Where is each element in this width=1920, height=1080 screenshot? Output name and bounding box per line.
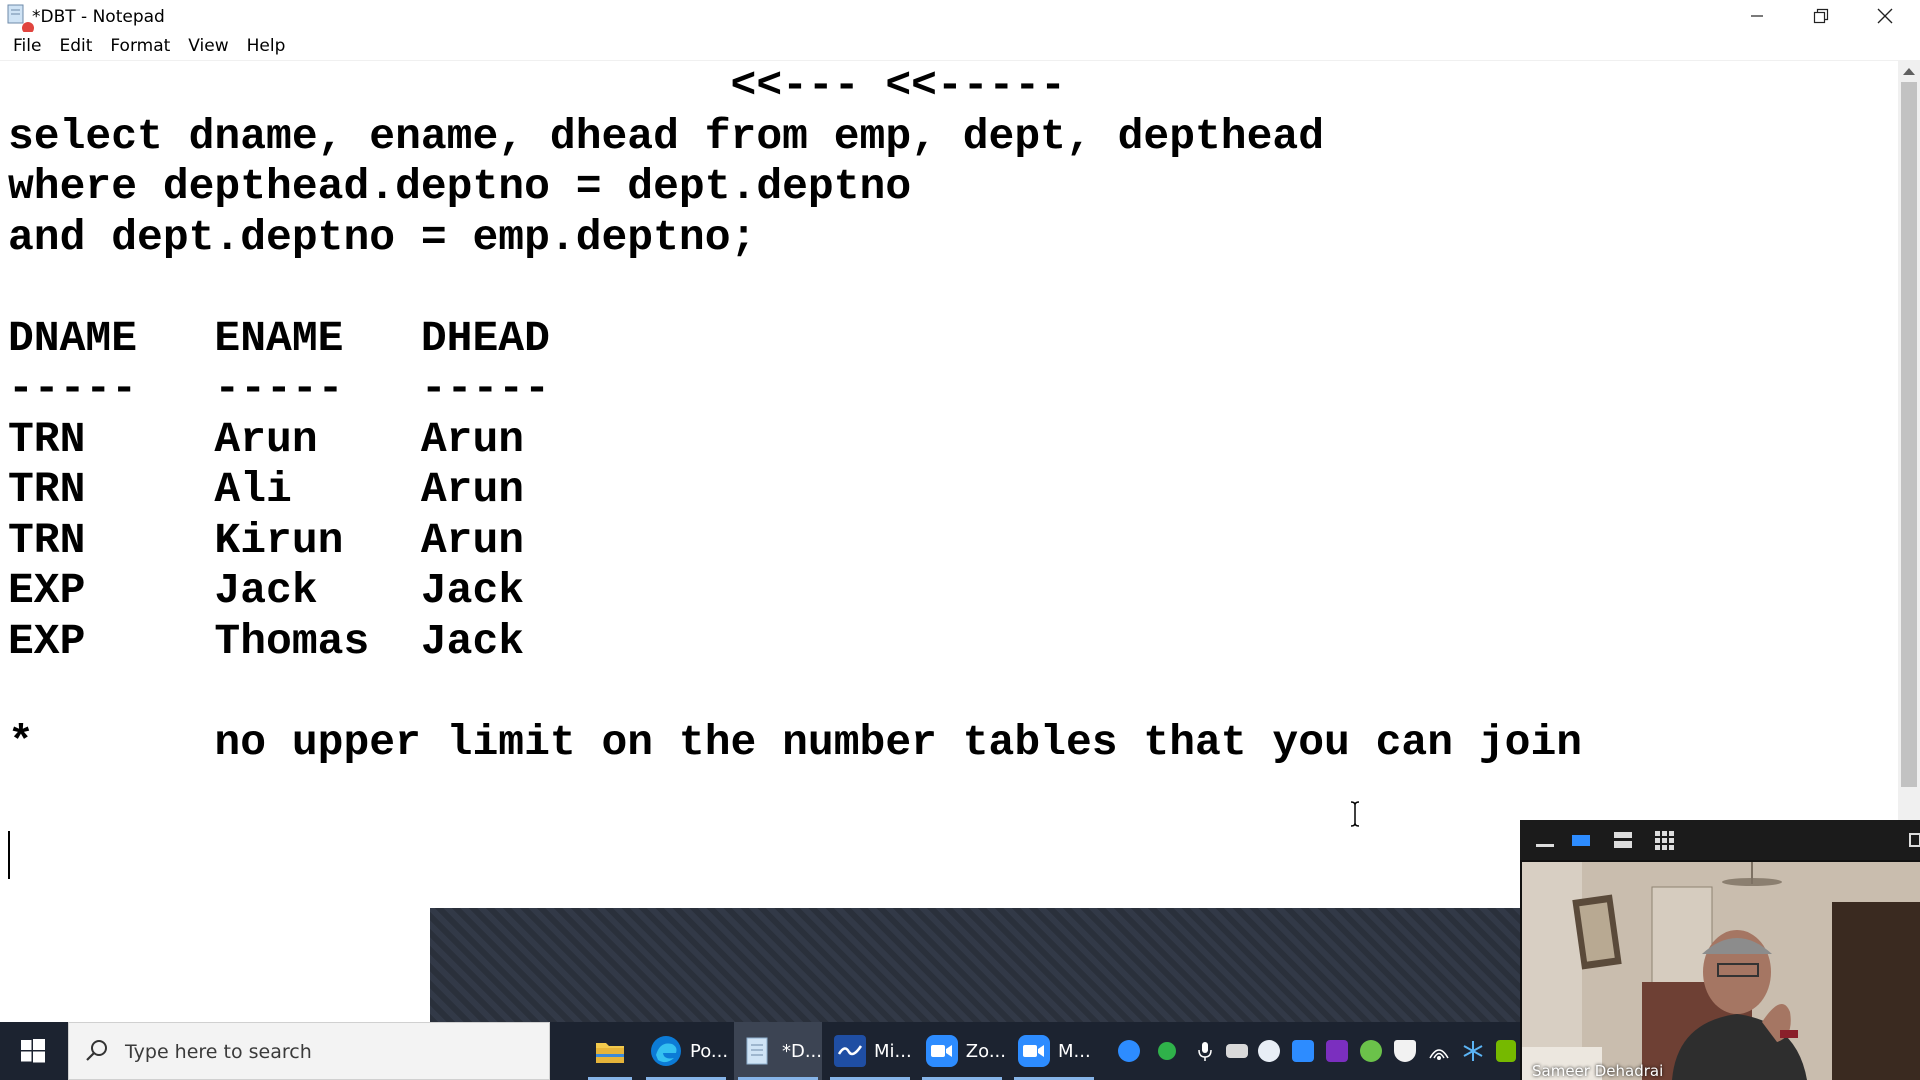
zoom-icon	[926, 1035, 958, 1067]
text-caret	[8, 831, 10, 879]
background-window-panel	[430, 908, 1520, 1022]
editor-line: DNAME ENAME DHEAD	[8, 313, 550, 363]
editor-line: ----- ----- -----	[8, 364, 550, 413]
minimize-video-icon[interactable]	[1534, 830, 1556, 850]
taskbar-app-whiteboard[interactable]: Mi...	[826, 1022, 914, 1080]
taskbar-app-label: *D...	[781, 1040, 822, 1062]
restore-button[interactable]	[1790, 0, 1852, 32]
taskbar-app-file-explorer[interactable]	[584, 1022, 636, 1080]
editor-line: EXP Jack Jack	[8, 566, 525, 615]
wifi-icon[interactable]	[1428, 1040, 1450, 1062]
taskbar-app-zoom[interactable]: Zo...	[918, 1022, 1006, 1080]
taskbar-app-label: Po...	[690, 1040, 729, 1062]
taskbar-app-label: M...	[1058, 1040, 1091, 1062]
video-toolbar	[1520, 820, 1920, 860]
taskbar-app-edge[interactable]: Po...	[642, 1022, 730, 1080]
close-button[interactable]	[1854, 0, 1916, 32]
editor-line: <<--- <<-----	[8, 61, 1066, 110]
editor-line: TRN Ali Arun	[8, 465, 525, 514]
zoom-tray-icon[interactable]	[1292, 1040, 1314, 1062]
start-button[interactable]	[0, 1022, 66, 1080]
onenote-icon[interactable]	[1326, 1040, 1348, 1062]
grid-view-icon[interactable]	[1654, 830, 1676, 850]
help-icon[interactable]	[1118, 1040, 1140, 1062]
ibeam-cursor-icon	[1350, 801, 1360, 827]
minimize-button[interactable]	[1726, 0, 1788, 32]
strip-view-icon[interactable]	[1612, 830, 1634, 850]
search-placeholder: Type here to search	[125, 1041, 312, 1063]
title-bar: *DBT - Notepad	[0, 0, 1920, 34]
menu-bar: File Edit Format View Help	[0, 32, 1920, 60]
taskbar-app-zoom-meeting[interactable]: M...	[1010, 1022, 1098, 1080]
check-shield-icon[interactable]	[1158, 1042, 1176, 1060]
nvidia-icon[interactable]	[1496, 1040, 1516, 1062]
editor-line: EXP Thomas Jack	[8, 616, 525, 666]
edge-browser-icon	[650, 1035, 682, 1067]
battery-icon[interactable]	[1226, 1044, 1248, 1058]
editor-line: and dept.deptno = emp.deptno;	[8, 212, 757, 262]
scroll-up-arrow-icon[interactable]	[1903, 68, 1915, 75]
menu-edit[interactable]: Edit	[50, 36, 101, 56]
editor-line: TRN Kirun Arun	[8, 515, 525, 565]
taskbar-app-label: Zo...	[965, 1040, 1006, 1062]
menu-help[interactable]: Help	[238, 36, 295, 56]
expand-video-icon[interactable]	[1908, 830, 1920, 850]
utorrent-icon[interactable]	[1360, 1040, 1382, 1062]
whiteboard-icon	[834, 1035, 866, 1067]
editor-content[interactable]: <<--- <<----- select dname, ename, dhead …	[8, 61, 1582, 819]
security-shield-icon[interactable]	[1394, 1040, 1416, 1062]
scrollbar-thumb[interactable]	[1901, 82, 1917, 787]
notepad-icon	[742, 1035, 774, 1067]
participant-name: Sameer Dehadrai	[1532, 1062, 1664, 1080]
video-call-overlay[interactable]: Sameer Dehadrai	[1520, 820, 1920, 1080]
menu-view[interactable]: View	[179, 36, 237, 56]
menu-format[interactable]: Format	[101, 36, 179, 56]
steam-icon[interactable]	[1258, 1040, 1280, 1062]
microphone-icon[interactable]	[1194, 1040, 1216, 1062]
search-icon	[86, 1040, 107, 1061]
editor-line: TRN Arun Arun	[8, 414, 525, 464]
zoom-meeting-icon	[1018, 1035, 1050, 1067]
notepad-app-icon[interactable]	[6, 4, 34, 34]
snowflake-icon[interactable]	[1462, 1040, 1484, 1062]
menu-file[interactable]: File	[4, 36, 50, 56]
windows-logo-icon	[21, 1039, 45, 1063]
editor-line: * no upper limit on the number tables th…	[8, 717, 1583, 767]
editor-line: select dname, ename, dhead from emp, dep…	[8, 111, 1325, 161]
window-title: *DBT - Notepad	[32, 7, 165, 27]
folder-icon	[594, 1035, 626, 1067]
participant-video-frame	[1522, 862, 1920, 1080]
taskbar-app-label: Mi...	[874, 1040, 912, 1062]
participant-video: Sameer Dehadrai	[1522, 862, 1920, 1080]
speaker-view-icon[interactable]	[1570, 830, 1592, 850]
taskbar-search-box[interactable]: Type here to search	[68, 1022, 550, 1080]
taskbar-app-notepad[interactable]: *D...	[734, 1022, 822, 1080]
editor-line: where depthead.deptno = dept.deptno	[8, 162, 912, 211]
